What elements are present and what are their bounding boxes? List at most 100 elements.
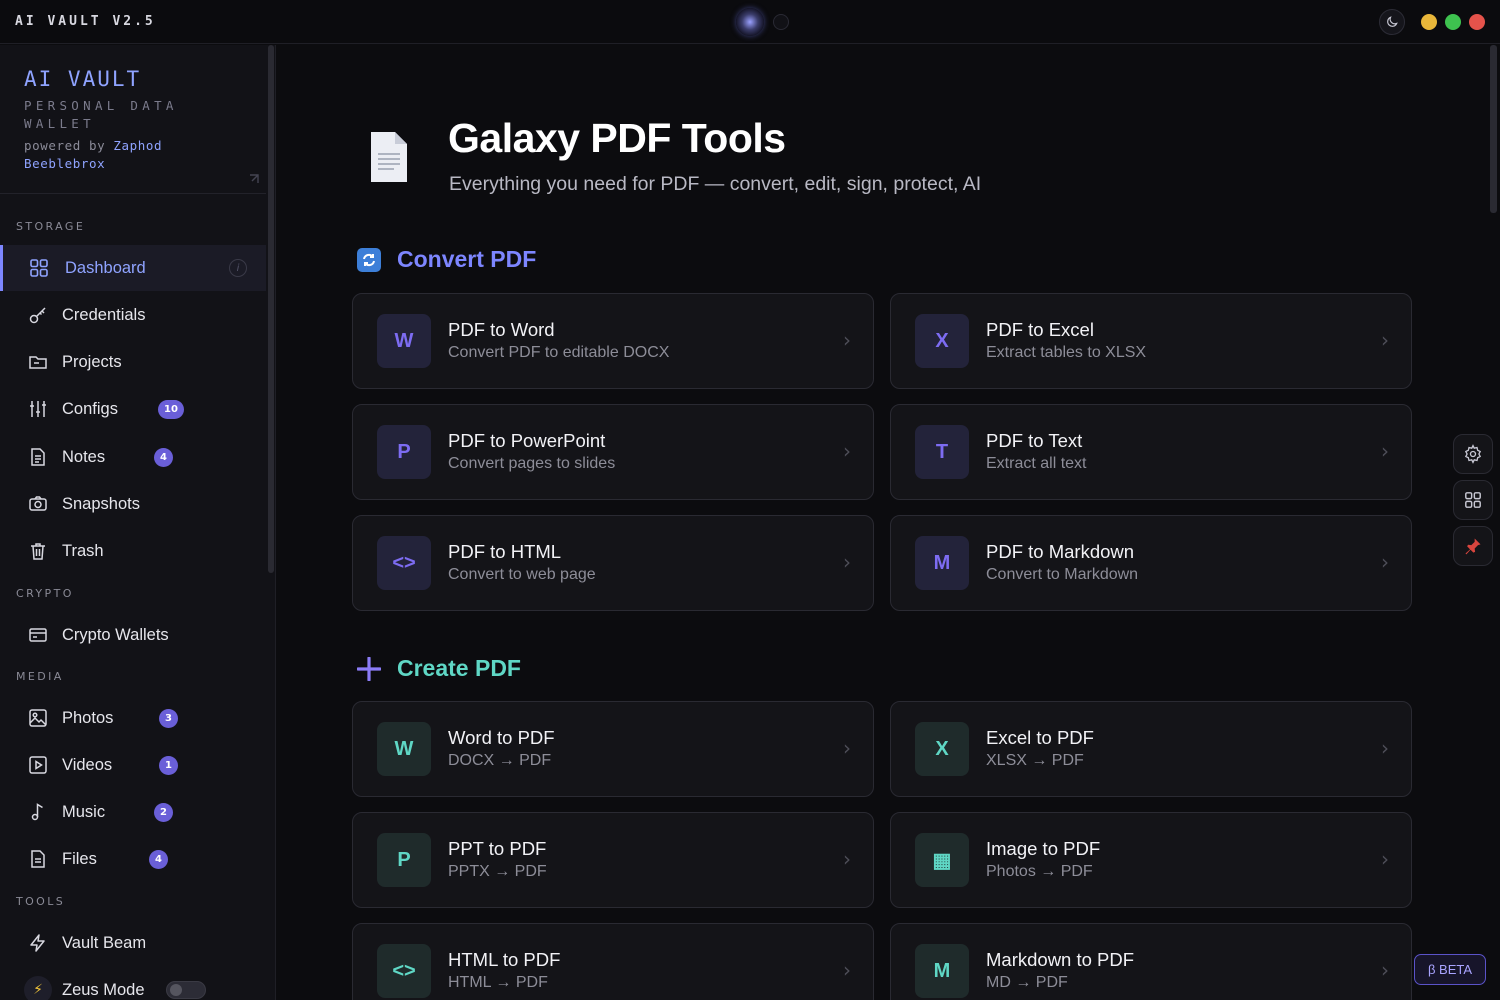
settings-button[interactable] — [1453, 434, 1493, 474]
note-icon — [31, 448, 45, 466]
card-description: Convert PDF to editable DOCX — [448, 344, 670, 361]
count-badge: 2 — [154, 802, 173, 822]
sidebar-item-label: Zeus Mode — [62, 980, 145, 999]
tool-card-image-to-pdf[interactable]: ▦ Image to PDF Photos → PDF › — [890, 812, 1412, 908]
tool-card-pdf-to-text[interactable]: T PDF to Text Extract all text › — [890, 404, 1412, 500]
markdown-icon: M — [915, 536, 969, 590]
word-icon: W — [377, 722, 431, 776]
sidebar-item-label: Credentials — [62, 305, 146, 324]
plus-icon — [357, 657, 381, 681]
card-description: Extract all text — [986, 455, 1087, 472]
trash-icon — [31, 543, 45, 560]
sidebar-item-dashboard[interactable]: Dashboard i — [0, 245, 266, 291]
powered-by: powered by Zaphod Beeblebrox — [24, 137, 264, 173]
section-label-storage: STORAGE — [16, 220, 86, 233]
tool-card-markdown-to-pdf[interactable]: M Markdown to PDF MD → PDF › — [890, 923, 1412, 1000]
sidebar-item-credentials[interactable]: Credentials — [4, 292, 266, 338]
tool-card-word-to-pdf[interactable]: W Word to PDF DOCX → PDF › — [352, 701, 874, 797]
sidebar-item-configs[interactable]: Configs 10 — [4, 386, 266, 432]
maximize-button[interactable] — [1445, 14, 1461, 30]
card-title: PPT to PDF — [448, 838, 547, 859]
markdown-icon: M — [915, 944, 969, 998]
sidebar-item-zeus-mode[interactable]: ⚡ Zeus Mode — [4, 967, 266, 1000]
page-subtitle: Everything you need for PDF — convert, e… — [449, 173, 982, 195]
sidebar-item-label: Videos — [62, 755, 113, 774]
chevron-right-icon: › — [843, 328, 851, 352]
pin-icon — [1465, 538, 1481, 555]
chevron-right-icon: › — [1381, 328, 1389, 352]
sidebar-item-videos[interactable]: Videos 1 — [4, 742, 266, 788]
card-description: XLSX → PDF — [986, 752, 1084, 769]
sidebar-item-trash[interactable]: Trash — [4, 528, 266, 574]
grid-icon — [1465, 492, 1481, 508]
count-badge: 10 — [158, 399, 184, 419]
minimize-button[interactable] — [1421, 14, 1437, 30]
image-icon — [29, 709, 47, 727]
tool-card-html-to-pdf[interactable]: <> HTML to PDF HTML → PDF › — [352, 923, 874, 1000]
page-title: Galaxy PDF Tools — [448, 115, 786, 161]
text-icon: T — [915, 425, 969, 479]
sidebar-item-label: Snapshots — [62, 494, 140, 513]
author-last[interactable]: Beeblebrox — [24, 156, 105, 171]
section-label-crypto: CRYPTO — [16, 587, 74, 600]
sidebar-item-label: Configs — [62, 399, 118, 418]
theme-toggle-button[interactable] — [1379, 9, 1405, 35]
section-label-tools: TOOLS — [16, 895, 66, 908]
brand-subtitle-line2: WALLET — [24, 116, 95, 131]
sidebar-item-snapshots[interactable]: Snapshots — [4, 481, 266, 527]
code-icon: <> — [377, 536, 431, 590]
sidebar-item-crypto-wallets[interactable]: Crypto Wallets — [4, 612, 266, 658]
sidebar: AI VAULT PERSONAL DATA WALLET powered by… — [0, 45, 276, 1000]
sidebar-item-label: Files — [62, 849, 97, 868]
card-description: MD → PDF — [986, 974, 1068, 991]
excel-icon: X — [915, 722, 969, 776]
card-title: Markdown to PDF — [986, 949, 1135, 970]
brand-subtitle: PERSONAL DATA WALLET — [24, 97, 264, 133]
tool-card-pdf-to-powerpoint[interactable]: P PDF to PowerPoint Convert pages to sli… — [352, 404, 874, 500]
word-icon: W — [377, 314, 431, 368]
tool-card-excel-to-pdf[interactable]: X Excel to PDF XLSX → PDF › — [890, 701, 1412, 797]
chevron-right-icon: › — [1381, 439, 1389, 463]
pin-button[interactable] — [1453, 526, 1493, 566]
sidebar-item-files[interactable]: Files 4 — [4, 836, 266, 882]
card-description: Convert to web page — [448, 566, 596, 583]
bolt-icon — [30, 934, 45, 952]
chevron-right-icon: › — [843, 958, 851, 982]
sidebar-item-label: Projects — [62, 352, 122, 371]
wallet-icon — [29, 628, 47, 642]
beta-badge[interactable]: β BETA — [1414, 954, 1486, 985]
tool-card-pdf-to-word[interactable]: W PDF to Word Convert PDF to editable DO… — [352, 293, 874, 389]
tool-card-pdf-to-markdown[interactable]: M PDF to Markdown Convert to Markdown › — [890, 515, 1412, 611]
refresh-icon — [357, 248, 381, 272]
info-icon[interactable]: i — [229, 259, 247, 277]
tool-card-pdf-to-excel[interactable]: X PDF to Excel Extract tables to XLSX › — [890, 293, 1412, 389]
chevron-right-icon: › — [843, 847, 851, 871]
sidebar-item-notes[interactable]: Notes 4 — [4, 434, 266, 480]
card-title: PDF to HTML — [448, 541, 562, 562]
folder-icon — [29, 356, 47, 369]
tool-card-ppt-to-pdf[interactable]: P PPT to PDF PPTX → PDF › — [352, 812, 874, 908]
sidebar-item-label: Trash — [62, 541, 104, 560]
sidebar-item-music[interactable]: Music 2 — [4, 789, 266, 835]
sidebar-item-vault-beam[interactable]: Vault Beam — [4, 920, 266, 966]
sidebar-scrollbar[interactable] — [268, 45, 274, 573]
sidebar-item-photos[interactable]: Photos 3 — [4, 695, 266, 741]
sidebar-item-projects[interactable]: Projects — [4, 339, 266, 385]
collapse-sidebar-icon[interactable] — [248, 173, 260, 185]
galaxy-orb-icon[interactable] — [736, 8, 764, 36]
card-title: HTML to PDF — [448, 949, 561, 970]
chevron-right-icon: › — [843, 736, 851, 760]
main-content: Galaxy PDF Tools Everything you need for… — [277, 45, 1500, 1000]
sidebar-item-label: Music — [62, 802, 106, 821]
chevron-right-icon: › — [1381, 847, 1389, 871]
main-scrollbar[interactable] — [1490, 45, 1497, 213]
grid-view-button[interactable] — [1453, 480, 1493, 520]
toggle-knob — [170, 984, 182, 996]
tool-card-pdf-to-html[interactable]: <> PDF to HTML Convert to web page › — [352, 515, 874, 611]
author-first[interactable]: Zaphod — [113, 138, 162, 153]
status-dot-icon[interactable] — [773, 14, 789, 30]
count-badge: 4 — [149, 849, 168, 869]
app-title: AI VAULT V2.5 — [15, 14, 156, 29]
zeus-mode-toggle[interactable] — [166, 981, 206, 999]
close-button[interactable] — [1469, 14, 1485, 30]
